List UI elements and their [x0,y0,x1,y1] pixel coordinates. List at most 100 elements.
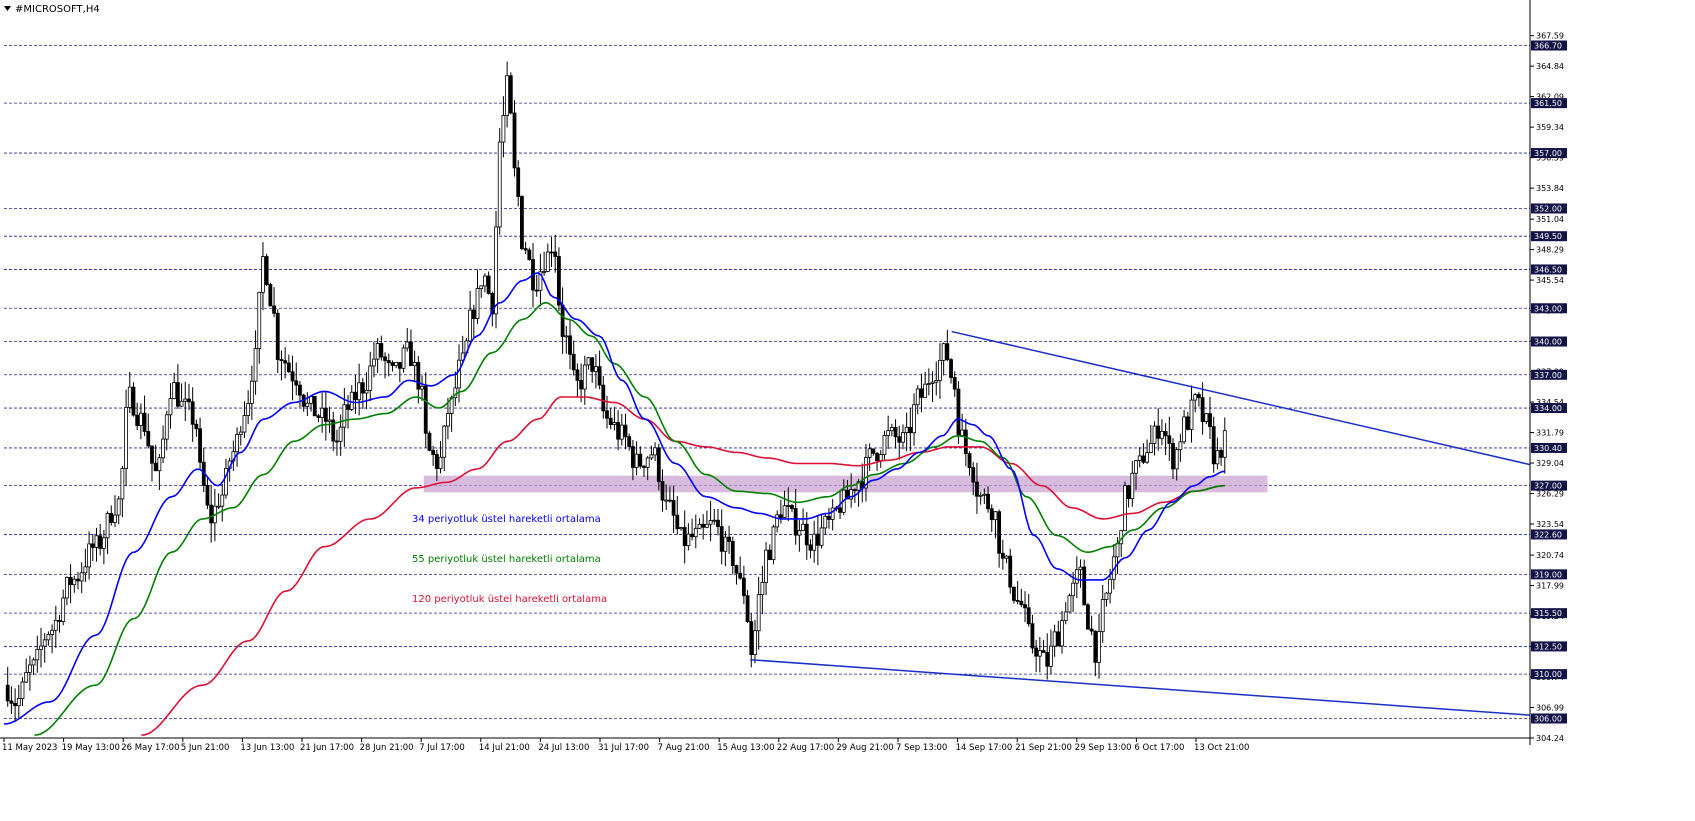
candle-body [549,251,554,254]
time-tick-label: 7 Sep 13:00 [896,743,947,753]
candle-body [175,382,180,407]
candle-body [172,382,177,399]
candle-body [205,484,210,506]
candle-body [1060,620,1064,647]
candle-body [194,423,199,430]
chart-window: 34 periyotluk üstel hareketli ortalama 55… [0,0,1695,817]
candle-body [61,597,66,622]
candle-body [949,359,953,378]
ema-label: 55 periyotluk üstel hareketli ortalama [412,554,601,565]
level-price-label: 322.60 [1534,530,1562,539]
candle-body [586,357,591,366]
candle-body [760,582,765,596]
level-price-label: 306.00 [1534,714,1562,723]
candle-body [183,398,188,402]
price-tick-label: 359.34 [1536,123,1564,132]
candle-body [638,453,643,467]
candle-body [697,523,702,529]
candle-body [401,347,406,369]
candle-body [405,341,410,349]
candle-body [120,468,125,500]
candle-body [582,364,587,390]
candle-body [486,275,491,294]
candle-body [889,426,894,432]
candle-body [397,362,402,369]
candle-body [1030,623,1035,649]
price-tick-label: 345.54 [1536,276,1564,285]
candle-body [553,251,558,257]
candle-body [693,527,698,538]
candle-body [997,511,1002,554]
candle-body [645,457,650,468]
candle-body [708,520,713,525]
candle-body [1126,485,1131,500]
candle-body [53,619,58,631]
candle-body [479,285,484,289]
candle-body [1152,425,1157,444]
candle-body [409,341,413,367]
candle-body [253,348,258,382]
candle-body [1167,435,1172,444]
candle-body [590,357,595,372]
candle-body [1137,455,1142,461]
time-tick-label: 22 Aug 17:00 [777,743,834,753]
candle-body [852,489,857,492]
candle-body [1097,631,1101,663]
candle-body [1089,628,1094,632]
price-tick-label: 367.59 [1536,32,1564,41]
candle-body [272,305,276,314]
price-chart[interactable]: 34 periyotluk üstel hareketli ortalama 55… [0,0,1695,817]
candle-body [446,413,450,427]
candle-body [1056,631,1061,647]
candle-body [5,684,10,702]
candle-body [1171,443,1175,470]
candle-body [838,507,842,513]
candle-body [664,499,669,502]
candle-body [527,249,532,260]
candle-body [420,385,424,390]
price-tick-label: 306.99 [1536,704,1564,713]
candle-body [76,578,80,582]
candle-body [1067,595,1072,613]
candle-body [1145,452,1150,463]
candle-body [64,576,69,599]
candle-body [1041,650,1046,653]
time-tick-label: 19 May 13:00 [62,743,120,753]
candle-body [357,382,362,401]
time-tick-label: 14 Sep 17:00 [956,743,1013,753]
candle-body [153,462,158,472]
candle-body [438,456,443,469]
candle-body [686,533,691,547]
candle-body [612,422,617,425]
time-tick-label: 15 Aug 13:00 [717,743,774,753]
candle-body [919,388,924,398]
candle-body [963,429,968,455]
candle-body [778,514,783,518]
candle-body [1160,431,1164,439]
price-tick-label: 351.04 [1536,215,1564,224]
candle-body [79,572,84,582]
candle-body [1093,630,1098,663]
candle-body [383,356,387,361]
candle-body [483,275,487,287]
candle-body [786,505,791,507]
candle-body [1123,485,1127,532]
candle-body [893,426,898,438]
candle-body [394,362,399,366]
candle-body [372,358,376,367]
candle-body [127,386,132,408]
time-tick-label: 5 Jun 21:00 [181,743,230,753]
candle-body [24,671,29,683]
candle-body [216,505,221,508]
candle-body [797,530,802,536]
candle-body [427,432,432,451]
candle-body [956,388,961,436]
candle-body [257,291,262,349]
level-price-label: 357.00 [1534,149,1562,158]
candle-body [897,436,902,443]
candle-body [335,440,339,443]
candle-body [16,698,21,707]
candle-body [1141,455,1146,463]
candle-body [138,412,143,426]
candle-body [878,454,883,462]
